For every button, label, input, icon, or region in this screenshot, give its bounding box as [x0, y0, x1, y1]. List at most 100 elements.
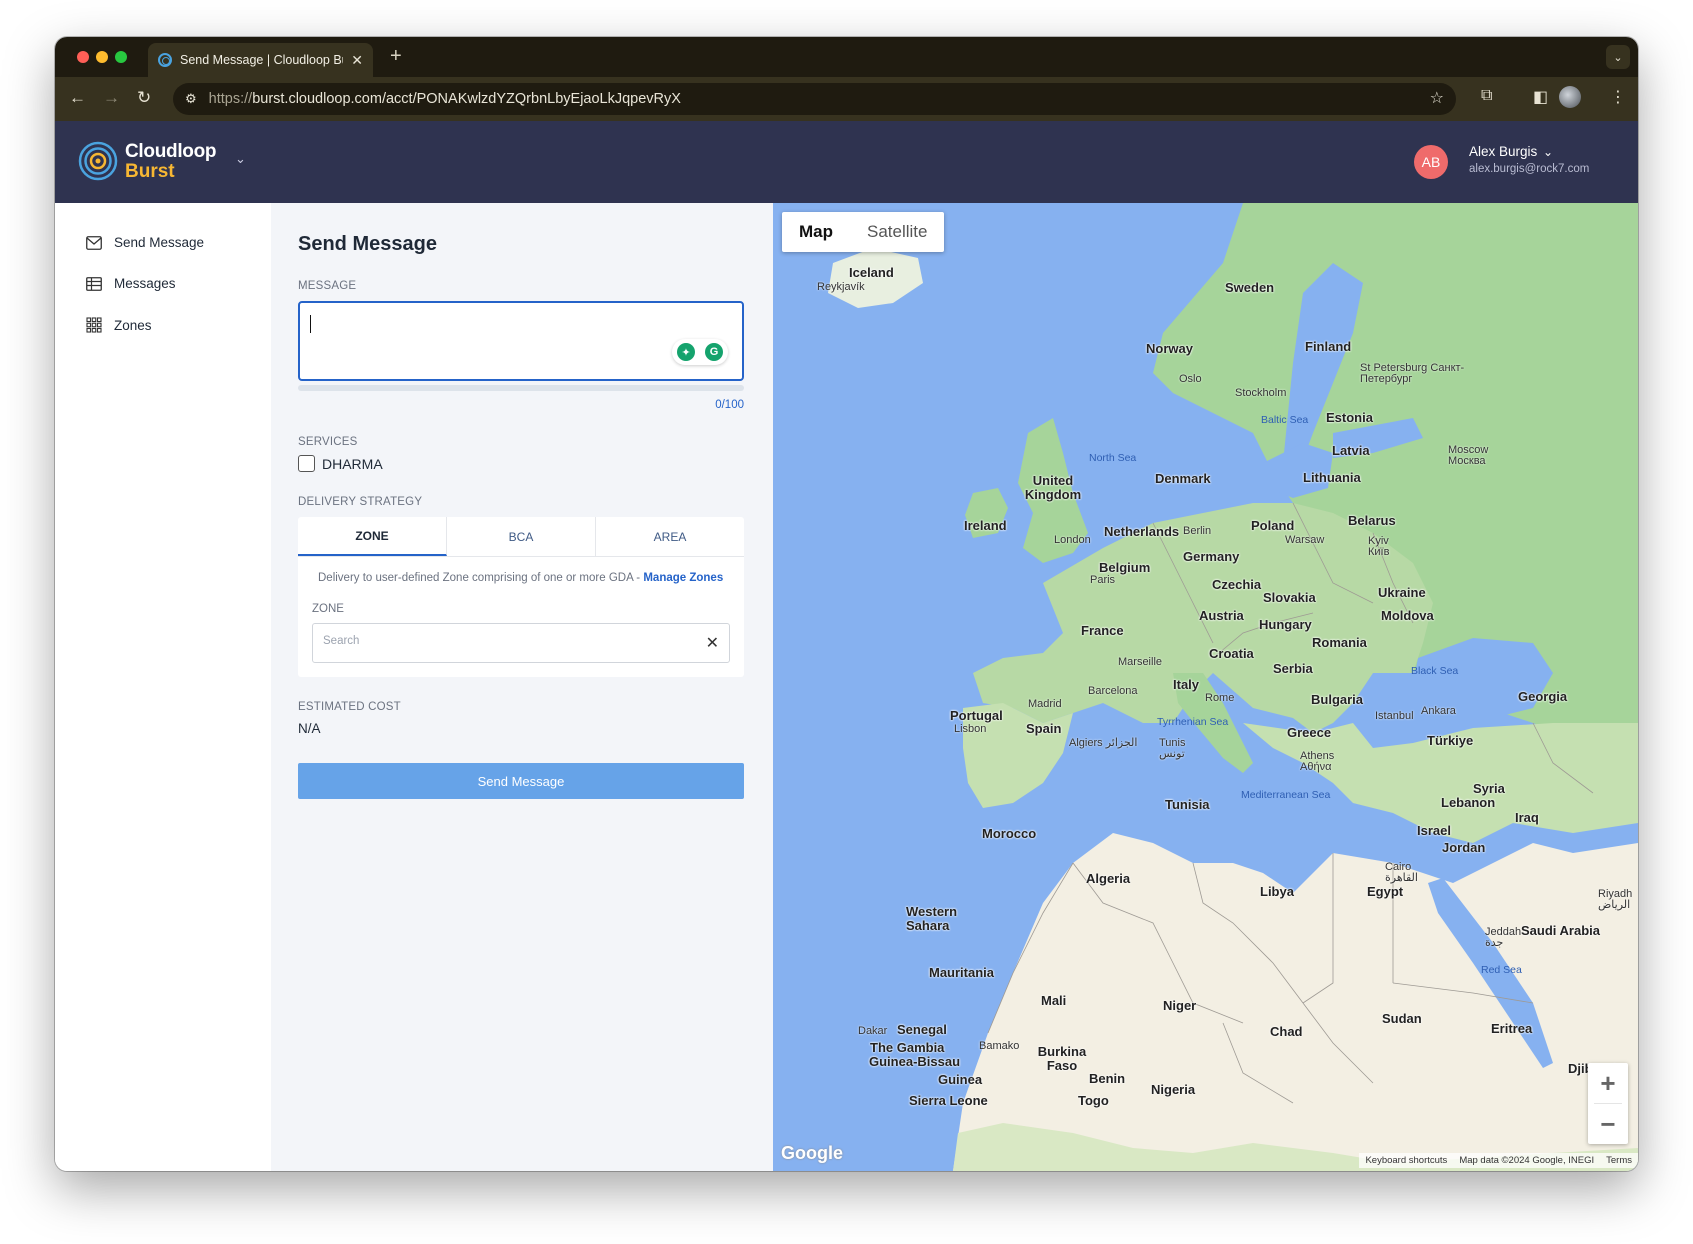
tab-zone[interactable]: ZONE	[298, 517, 447, 556]
tab-bca[interactable]: BCA	[447, 517, 596, 556]
site-settings-icon[interactable]: ⚙	[185, 91, 197, 107]
message-textarea[interactable]: ✦ G	[298, 301, 744, 381]
browser-tab[interactable]: Send Message | Cloudloop Burst ✕	[148, 43, 373, 77]
map-label: Austria	[1199, 608, 1244, 623]
map-label: North Sea	[1089, 452, 1137, 464]
map-label: Italy	[1173, 677, 1200, 692]
message-length-bar	[298, 385, 744, 391]
sidebar-item-messages[interactable]: Messages	[86, 276, 176, 291]
map-label: Norway	[1146, 341, 1193, 356]
strategy-tabs: ZONE BCA AREA	[298, 517, 744, 557]
map-label: Baltic Sea	[1261, 414, 1309, 426]
page-title: Send Message	[298, 233, 437, 255]
zoom-out-icon[interactable]: −	[1588, 1104, 1628, 1144]
map-view[interactable]: Iceland Reykjavík Sweden Norway Oslo Fin…	[773, 203, 1638, 1171]
reload-icon[interactable]: ↻	[137, 88, 151, 108]
extensions-icon[interactable]: ⧉	[1481, 87, 1492, 105]
map-label: Iceland	[849, 265, 894, 280]
map-type-satellite-button[interactable]: Satellite	[850, 212, 944, 252]
new-tab-icon[interactable]: +	[390, 45, 402, 68]
map-label: Nigeria	[1151, 1082, 1196, 1097]
zone-label: ZONE	[312, 603, 344, 615]
sidebar-item-send-message[interactable]: Send Message	[86, 235, 204, 250]
clear-icon[interactable]: ✕	[706, 633, 719, 653]
minimize-window-button[interactable]	[96, 51, 108, 63]
map-label: Western Sahara	[906, 904, 958, 933]
map-label: Mali	[1041, 993, 1067, 1008]
grammarly-widget[interactable]: ✦ G	[672, 339, 728, 365]
sidebar-item-label: Send Message	[114, 235, 205, 250]
zone-description: Delivery to user-defined Zone comprising…	[318, 572, 724, 584]
bookmark-star-icon[interactable]: ☆	[1430, 88, 1444, 108]
map-label: Mediterranean Sea	[1241, 789, 1331, 801]
browser-menu-icon[interactable]: ⋮	[1610, 87, 1626, 107]
address-bar[interactable]: ⚙ https://burst.cloudloop.com/acct/PONAK…	[173, 83, 1456, 115]
dharma-checkbox[interactable]	[298, 455, 315, 472]
map-label: Sweden	[1225, 280, 1275, 295]
map-label: Cairo القاهرة	[1385, 861, 1418, 884]
map-label: Slovakia	[1263, 590, 1316, 605]
browser-profile-avatar[interactable]	[1559, 86, 1581, 108]
tab-area[interactable]: AREA	[596, 517, 744, 556]
user-avatar[interactable]: AB	[1414, 145, 1448, 179]
envelope-icon	[86, 235, 102, 250]
send-message-button[interactable]: Send Message	[298, 763, 744, 799]
map-label: Istanbul	[1375, 710, 1414, 722]
map-label: Lebanon	[1441, 795, 1496, 810]
map-label: Sudan	[1382, 1011, 1422, 1026]
map-label: Barcelona	[1088, 685, 1138, 697]
zone-search-input[interactable]	[323, 635, 683, 647]
close-window-button[interactable]	[77, 51, 89, 63]
forward-arrow-icon[interactable]: →	[103, 88, 120, 108]
map-label: Rome	[1205, 692, 1235, 704]
keyboard-shortcuts-link[interactable]: Keyboard shortcuts	[1365, 1155, 1447, 1166]
tab-search-chevron-icon[interactable]: ⌄	[1606, 45, 1630, 69]
user-name[interactable]: Alex Burgis	[1469, 144, 1537, 159]
brand-name: Cloudloop	[125, 141, 217, 162]
map-label: Niger	[1163, 998, 1197, 1013]
map-label: Bulgaria	[1311, 692, 1364, 707]
map-label: Lisbon	[954, 723, 987, 735]
side-panel-icon[interactable]: ◧	[1533, 87, 1548, 107]
account-switcher-chevron-icon[interactable]: ⌄	[235, 151, 246, 167]
map-label: Kyiv Київ	[1368, 535, 1390, 558]
map-label: Togo	[1078, 1093, 1109, 1108]
map-label: Hungary	[1259, 617, 1312, 632]
manage-zones-link[interactable]: Manage Zones	[643, 572, 723, 584]
estimated-cost-value: N/A	[298, 721, 321, 736]
char-counter: 0/100	[715, 399, 744, 411]
map-data-text: Map data ©2024 Google, INEGI	[1459, 1155, 1595, 1166]
zoom-in-icon[interactable]: +	[1588, 1063, 1628, 1103]
estimated-cost-label: ESTIMATED COST	[298, 701, 401, 713]
map-label: Czechia	[1212, 577, 1262, 592]
zone-search-field[interactable]: ✕	[312, 623, 730, 663]
sidebar-item-zones[interactable]: Zones	[86, 317, 152, 333]
map-label: Red Sea	[1481, 964, 1522, 976]
map-label: Algeria	[1086, 871, 1131, 886]
user-menu-chevron-icon[interactable]: ⌄	[1543, 145, 1553, 159]
back-arrow-icon[interactable]: ←	[69, 88, 86, 108]
close-tab-icon[interactable]: ✕	[351, 52, 363, 69]
map-label: Syria	[1473, 781, 1505, 796]
sidebar-item-label: Messages	[114, 276, 176, 291]
map-label: Reykjavík	[817, 281, 865, 293]
map-label: London	[1054, 534, 1091, 546]
map-label: Chad	[1270, 1024, 1303, 1039]
grammarly-icon[interactable]: G	[705, 343, 723, 361]
map-label: Tunisia	[1165, 797, 1210, 812]
lightbulb-icon[interactable]: ✦	[677, 343, 695, 361]
services-label: SERVICES	[298, 436, 358, 448]
map-type-map-button[interactable]: Map	[782, 212, 850, 252]
map-label: Serbia	[1273, 661, 1313, 676]
map-label: Marseille	[1118, 656, 1163, 668]
map-label: Sierra Leone	[909, 1093, 988, 1108]
map-label: Finland	[1305, 339, 1352, 354]
map-label: Guinea	[938, 1072, 983, 1087]
map-label: The Gambia	[870, 1040, 945, 1055]
google-logo[interactable]: Google	[781, 1143, 843, 1164]
map-label: Denmark	[1155, 471, 1211, 486]
map-label: Ukraine	[1378, 585, 1426, 600]
maximize-window-button[interactable]	[115, 51, 127, 63]
terms-link[interactable]: Terms	[1606, 1155, 1632, 1166]
service-dharma-option[interactable]: DHARMA	[298, 455, 383, 472]
